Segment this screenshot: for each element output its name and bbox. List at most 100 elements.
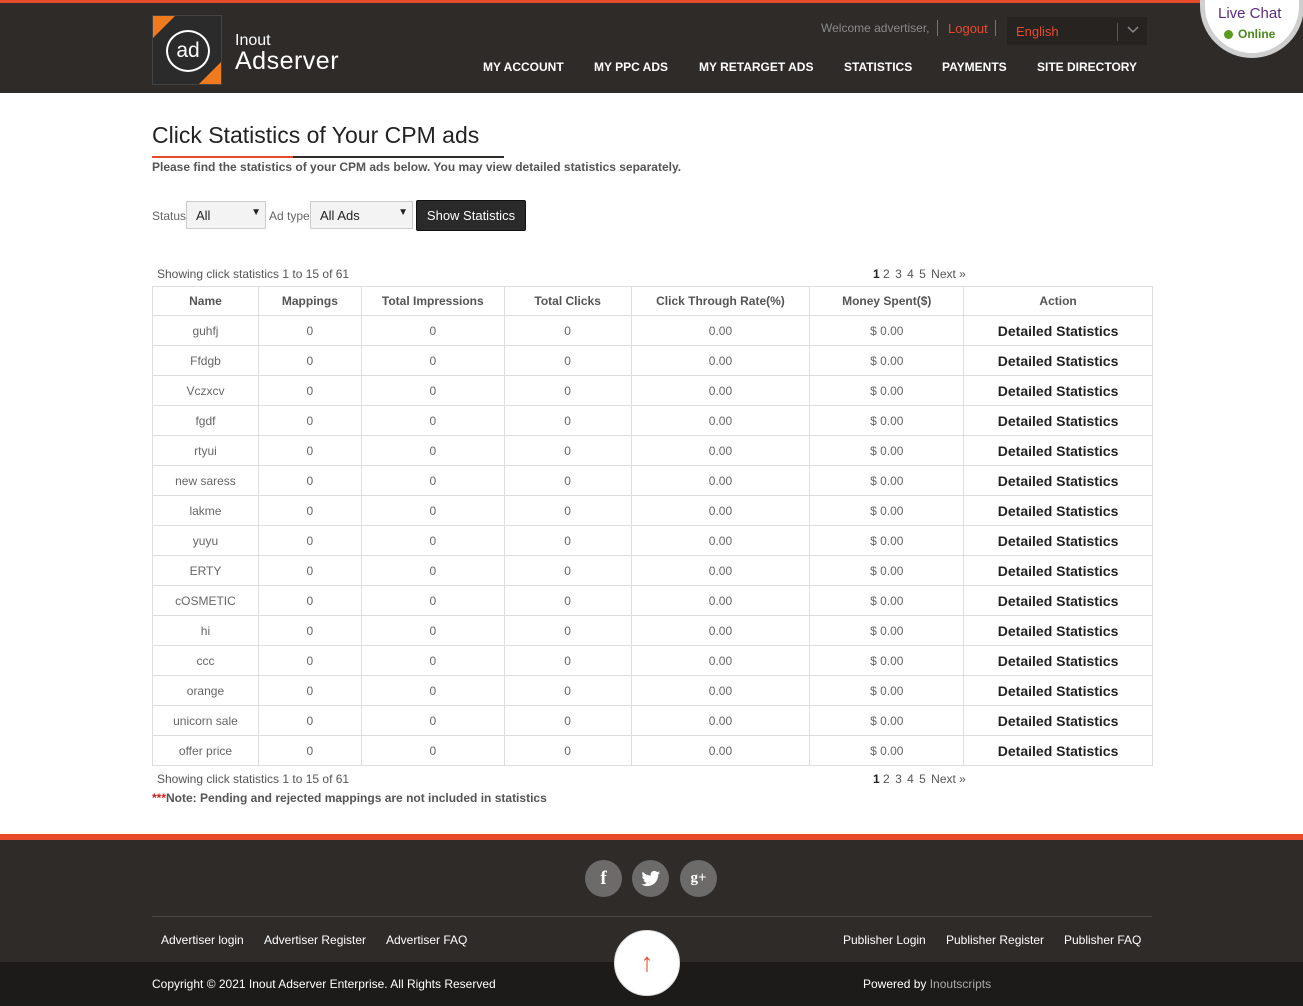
footer-link-advertiser-login[interactable]: Advertiser login [161, 933, 244, 947]
cell-clicks: 0 [503, 405, 632, 436]
cell-impressions: 0 [360, 495, 505, 526]
cell-money: $ 0.00 [809, 735, 965, 766]
detailed-statistics-link[interactable]: Detailed Statistics [963, 405, 1153, 436]
powered-by-link[interactable]: Inoutscripts [930, 977, 991, 991]
table-row: yuyu 0 0 0 0.00 $ 0.00 Detailed Statistics [152, 525, 1153, 556]
cell-impressions: 0 [360, 645, 505, 676]
cell-money: $ 0.00 [809, 675, 965, 706]
detailed-statistics-link[interactable]: Detailed Statistics [963, 435, 1153, 466]
cell-impressions: 0 [360, 705, 505, 736]
cell-clicks: 0 [503, 375, 632, 406]
cell-money: $ 0.00 [809, 375, 965, 406]
cell-mappings: 0 [257, 645, 362, 676]
detailed-statistics-link[interactable]: Detailed Statistics [963, 375, 1153, 406]
table-row: orange 0 0 0 0.00 $ 0.00 Detailed Statistics [152, 675, 1153, 706]
pagination-bottom: 1 2 3 4 5 Next » [873, 772, 968, 786]
logo-corner-top [153, 16, 175, 38]
footer-link-publisher-login[interactable]: Publisher Login [843, 933, 926, 947]
cell-money: $ 0.00 [809, 525, 965, 556]
detailed-statistics-link[interactable]: Detailed Statistics [963, 495, 1153, 526]
cell-mappings: 0 [257, 705, 362, 736]
table-row: guhfj 0 0 0 0.00 $ 0.00 Detailed Statistics [152, 315, 1153, 346]
cell-clicks: 0 [503, 315, 632, 346]
language-value: English [1016, 24, 1059, 39]
twitter-icon[interactable] [632, 860, 669, 897]
cell-name: Vczxcv [152, 375, 259, 406]
ad-type-select[interactable]: All Ads ▼ [310, 201, 413, 229]
google-plus-icon[interactable]: g+ [680, 860, 717, 897]
cell-money: $ 0.00 [809, 645, 965, 676]
detailed-statistics-link[interactable]: Detailed Statistics [963, 315, 1153, 346]
detailed-statistics-link[interactable]: Detailed Statistics [963, 585, 1153, 616]
nav-my-account[interactable]: MY ACCOUNT [483, 60, 564, 74]
language-select[interactable]: English [1007, 17, 1147, 45]
nav-my-ppc-ads[interactable]: MY PPC ADS [594, 60, 668, 74]
cell-mappings: 0 [257, 375, 362, 406]
cell-impressions: 0 [360, 675, 505, 706]
cell-mappings: 0 [257, 435, 362, 466]
nav-statistics[interactable]: STATISTICS [844, 60, 912, 74]
page-link[interactable]: 3 [895, 267, 902, 281]
status-select[interactable]: All ▼ [186, 201, 266, 229]
live-chat-status: Online [1238, 27, 1276, 41]
nav-my-retarget-ads[interactable]: MY RETARGET ADS [699, 60, 813, 74]
footer-link-publisher-faq[interactable]: Publisher FAQ [1064, 933, 1141, 947]
detailed-statistics-link[interactable]: Detailed Statistics [963, 735, 1153, 766]
table-header-row: Name Mappings Total Impressions Total Cl… [152, 286, 1153, 316]
page-link[interactable]: 4 [907, 267, 914, 281]
cell-clicks: 0 [503, 465, 632, 496]
cell-mappings: 0 [257, 675, 362, 706]
nav-site-directory[interactable]: SITE DIRECTORY [1037, 60, 1137, 74]
brand-name[interactable]: Inout Adserver [235, 33, 340, 75]
brand-big: Adserver [235, 47, 340, 75]
page-link[interactable]: 2 [883, 772, 890, 786]
cell-money: $ 0.00 [809, 465, 965, 496]
footer-link-advertiser-register[interactable]: Advertiser Register [264, 933, 366, 947]
divider [1117, 23, 1118, 41]
column-header: Mappings [257, 286, 362, 316]
cell-mappings: 0 [257, 495, 362, 526]
status-label: Status [152, 209, 187, 223]
page-link[interactable]: 5 [919, 772, 926, 786]
detailed-statistics-link[interactable]: Detailed Statistics [963, 555, 1153, 586]
logout-link[interactable]: Logout [948, 21, 988, 36]
cell-impressions: 0 [360, 615, 505, 646]
ad-type-select-value: All Ads [320, 208, 360, 223]
detailed-statistics-link[interactable]: Detailed Statistics [963, 705, 1153, 736]
cell-mappings: 0 [257, 735, 362, 766]
scroll-to-top-button[interactable]: ↑ [614, 930, 680, 996]
next-page-link[interactable]: Next » [931, 772, 966, 786]
cell-clicks: 0 [503, 705, 632, 736]
cell-mappings: 0 [257, 525, 362, 556]
detailed-statistics-link[interactable]: Detailed Statistics [963, 675, 1153, 706]
cell-impressions: 0 [360, 585, 505, 616]
page-link[interactable]: 5 [919, 267, 926, 281]
footer-link-publisher-register[interactable]: Publisher Register [946, 933, 1044, 947]
ad-type-label: Ad type [269, 209, 310, 223]
welcome-text: Welcome advertiser, [821, 21, 930, 35]
table-row: hi 0 0 0 0.00 $ 0.00 Detailed Statistics [152, 615, 1153, 646]
next-page-link[interactable]: Next » [931, 267, 966, 281]
cell-mappings: 0 [257, 405, 362, 436]
detailed-statistics-link[interactable]: Detailed Statistics [963, 615, 1153, 646]
cell-mappings: 0 [257, 615, 362, 646]
page-link[interactable]: 4 [907, 772, 914, 786]
cell-name: fgdf [152, 405, 259, 436]
detailed-statistics-link[interactable]: Detailed Statistics [963, 525, 1153, 556]
table-row: ERTY 0 0 0 0.00 $ 0.00 Detailed Statistics [152, 555, 1153, 586]
page-link[interactable]: 3 [895, 772, 902, 786]
logo[interactable]: ad [152, 15, 222, 85]
show-statistics-button[interactable]: Show Statistics [416, 200, 526, 231]
column-header: Money Spent($) [809, 286, 965, 316]
footer-link-advertiser-faq[interactable]: Advertiser FAQ [386, 933, 467, 947]
detailed-statistics-link[interactable]: Detailed Statistics [963, 345, 1153, 376]
cell-mappings: 0 [257, 345, 362, 376]
statistics-note: ***Note: Pending and rejected mappings a… [152, 791, 547, 805]
cell-money: $ 0.00 [809, 555, 965, 586]
facebook-icon[interactable]: f [585, 860, 622, 897]
nav-payments[interactable]: PAYMENTS [942, 60, 1007, 74]
cell-mappings: 0 [257, 315, 362, 346]
detailed-statistics-link[interactable]: Detailed Statistics [963, 465, 1153, 496]
page-link[interactable]: 2 [883, 267, 890, 281]
detailed-statistics-link[interactable]: Detailed Statistics [963, 645, 1153, 676]
